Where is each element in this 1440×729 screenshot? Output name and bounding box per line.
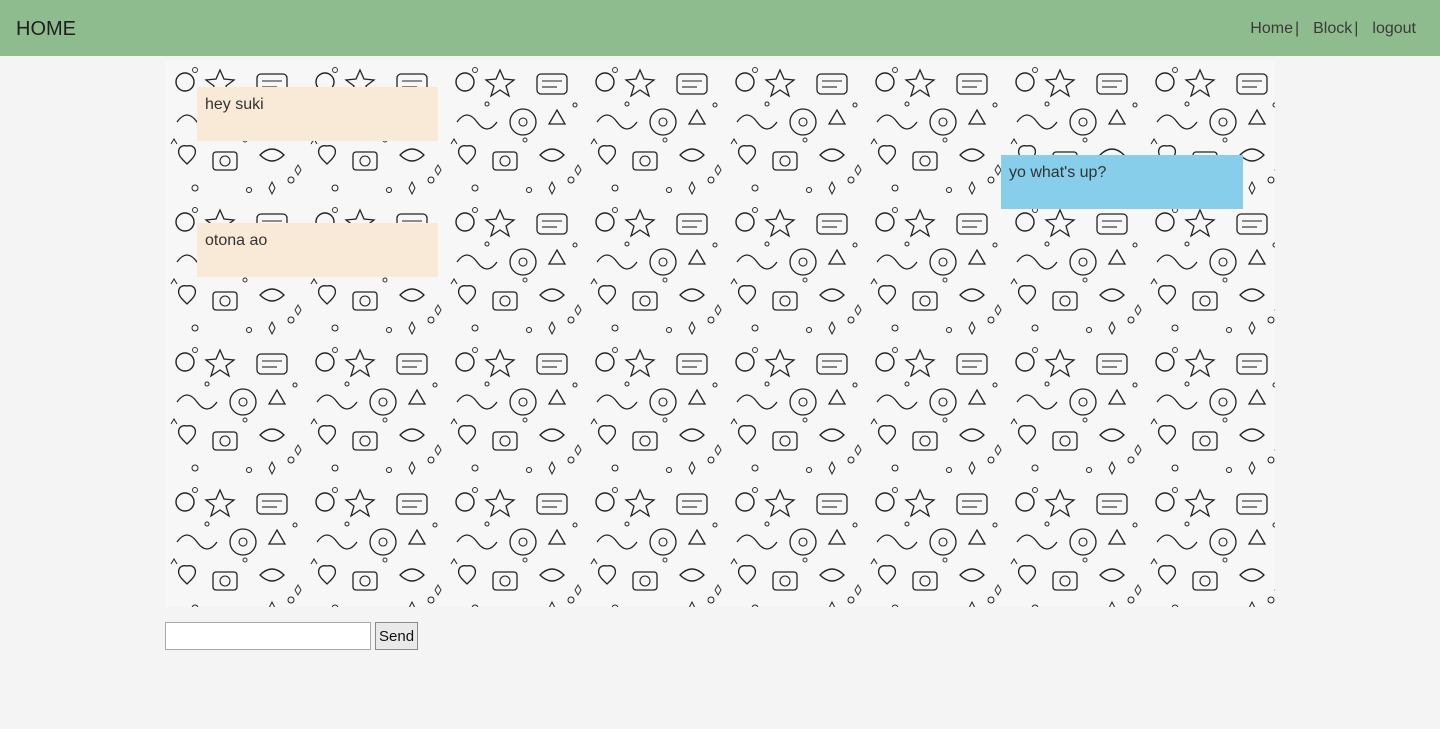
message-bubble-incoming: otona ao: [197, 223, 438, 277]
nav-home-link[interactable]: Home: [1250, 20, 1293, 37]
message-text: otona ao: [205, 232, 268, 249]
nav-separator: |: [1354, 20, 1359, 37]
message-composer: Send: [165, 622, 419, 650]
nav-block-link[interactable]: Block: [1313, 20, 1352, 37]
message-text: hey suki: [205, 96, 264, 113]
nav-logout-link[interactable]: logout: [1372, 20, 1416, 37]
nav-separator: |: [1294, 20, 1300, 37]
top-navbar: HOME Home | Block | logout: [0, 0, 1440, 56]
doodle-wallpaper: [165, 60, 1275, 607]
message-bubble-outgoing: yo what's up?: [1001, 155, 1243, 209]
nav-links: Home | Block | logout: [1250, 19, 1416, 39]
send-button[interactable]: Send: [375, 622, 419, 650]
chat-window: hey suki yo what's up? otona ao: [165, 60, 1275, 607]
message-input[interactable]: [165, 622, 371, 650]
message-bubble-incoming: hey suki: [197, 87, 438, 141]
brand-home-link[interactable]: HOME: [16, 17, 76, 41]
message-text: yo what's up?: [1009, 164, 1107, 181]
